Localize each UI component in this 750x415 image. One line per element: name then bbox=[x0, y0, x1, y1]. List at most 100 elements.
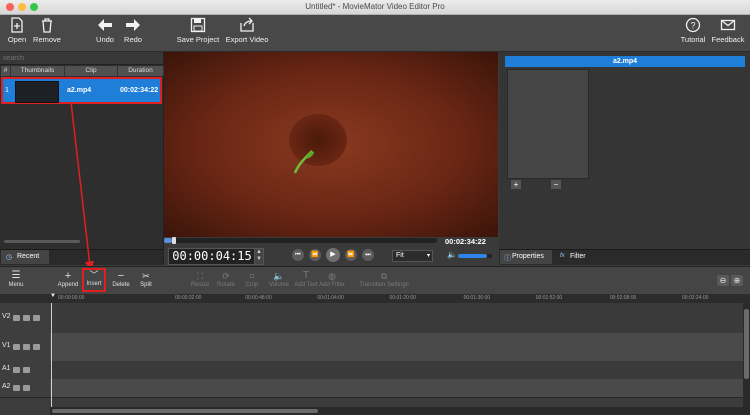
save-project-button[interactable]: Save Project bbox=[175, 17, 221, 44]
resize-icon: ⛶ bbox=[196, 271, 204, 281]
redo-button[interactable]: Redo bbox=[121, 17, 145, 44]
track-lane[interactable] bbox=[50, 303, 743, 334]
column-header-thumbnails[interactable]: Thumbnails bbox=[11, 66, 65, 76]
delete-button[interactable]: − Delete bbox=[110, 270, 132, 288]
volume-slider[interactable] bbox=[458, 254, 492, 258]
track-name: A1 bbox=[2, 365, 11, 372]
crop-button[interactable]: ⌗ Crop bbox=[242, 270, 262, 288]
zoom-select[interactable]: Fit ▾ bbox=[392, 250, 433, 262]
add-text-button[interactable]: T Add Text bbox=[292, 270, 320, 288]
timeline-playhead[interactable] bbox=[51, 303, 52, 407]
total-duration: 00:02:34:22 bbox=[445, 237, 486, 246]
tab-recent[interactable]: ◷ Recent bbox=[1, 250, 49, 264]
properties-panel: a2.mp4 + − ⓘ Properties fx Filter bbox=[499, 52, 750, 265]
volume-slider-fill bbox=[458, 254, 487, 258]
close-window-button[interactable] bbox=[6, 3, 14, 11]
filter-list[interactable] bbox=[507, 69, 589, 179]
playhead-knob[interactable] bbox=[172, 237, 177, 244]
playback-progress[interactable] bbox=[164, 237, 437, 244]
rewind-button[interactable]: ⏪ bbox=[309, 249, 321, 261]
lock-icon[interactable] bbox=[23, 385, 30, 391]
tab-properties-label: Properties bbox=[512, 253, 544, 260]
svg-text:?: ? bbox=[690, 21, 695, 31]
timecode-field[interactable]: 00:00:04:15 bbox=[168, 248, 256, 265]
resize-button[interactable]: ⛶ Resize bbox=[188, 270, 212, 288]
track-lane[interactable] bbox=[50, 333, 743, 362]
timeline-hscrollbar[interactable] bbox=[52, 409, 318, 413]
video-preview[interactable] bbox=[164, 52, 498, 237]
menu-button[interactable]: ☰ Menu bbox=[4, 270, 28, 288]
ruler-corner bbox=[0, 294, 50, 303]
add-filter-toolbar-button[interactable]: ◍ Add Filter bbox=[318, 270, 346, 288]
fast-forward-button[interactable]: ⏩ bbox=[345, 249, 357, 261]
ruler-tick-label: 00:00:32:00 bbox=[175, 295, 202, 301]
rotate-button[interactable]: ⟳ Rotate bbox=[214, 270, 238, 288]
volume-icon[interactable]: 🔈 bbox=[447, 250, 457, 259]
remove-button[interactable]: Remove bbox=[32, 17, 62, 44]
undo-button[interactable]: Undo bbox=[93, 17, 117, 44]
ruler-tick-label: 00:01:04:00 bbox=[317, 295, 344, 301]
timeline-vscroll-track bbox=[743, 303, 750, 407]
open-button[interactable]: Open bbox=[5, 17, 29, 44]
speaker-icon: 🔈 bbox=[273, 271, 285, 281]
track-header[interactable]: A1 bbox=[0, 361, 50, 380]
lock-icon[interactable] bbox=[23, 367, 30, 373]
speaker-icon[interactable] bbox=[13, 385, 20, 391]
ruler-tick-label: 00:02:08:00 bbox=[609, 295, 637, 301]
eye-icon[interactable] bbox=[23, 344, 30, 350]
tab-filter-label: Filter bbox=[570, 253, 586, 260]
track-lane[interactable] bbox=[50, 379, 743, 398]
column-header-duration[interactable]: Duration bbox=[118, 66, 164, 76]
export-video-button[interactable]: Export Video bbox=[224, 17, 270, 44]
track-header[interactable]: V1 bbox=[0, 333, 50, 362]
chevron-down-icon: ▾ bbox=[426, 253, 430, 259]
zoom-in-icon[interactable]: ⊕ bbox=[731, 275, 743, 286]
volume-button[interactable]: 🔈 Volume bbox=[266, 270, 292, 288]
transition-icon: ⧉ bbox=[380, 271, 388, 281]
window-title: Untitled* - MovieMator Video Editor Pro bbox=[305, 2, 445, 11]
timeline-toolbar: ☰ Menu + Append ﹀ Insert − Delete ✂ Spli… bbox=[0, 266, 750, 296]
chevron-down-icon: ﹀ bbox=[89, 270, 99, 280]
eye-icon[interactable] bbox=[23, 315, 30, 321]
speaker-icon[interactable] bbox=[13, 367, 20, 373]
track-header[interactable]: A2 bbox=[0, 379, 50, 398]
rotate-icon: ⟳ bbox=[222, 271, 230, 281]
mail-icon bbox=[720, 19, 736, 31]
column-header-index[interactable]: # bbox=[1, 66, 11, 76]
add-filter-button[interactable]: + bbox=[511, 180, 521, 189]
transition-settings-button[interactable]: ⧉ Transition Settings bbox=[356, 270, 412, 288]
column-header-clip[interactable]: Clip bbox=[65, 66, 118, 76]
split-button[interactable]: ✂ Split bbox=[136, 270, 156, 288]
clip-duration: 00:02:34:22 bbox=[120, 87, 159, 94]
lock-icon[interactable] bbox=[33, 315, 40, 321]
insert-button[interactable]: ﹀ Insert bbox=[82, 268, 106, 292]
zoom-window-button[interactable] bbox=[30, 3, 38, 11]
search-input[interactable] bbox=[0, 52, 164, 64]
playlist-search bbox=[0, 52, 164, 65]
remove-filter-button[interactable]: − bbox=[551, 180, 561, 189]
tab-filter[interactable]: fx Filter bbox=[554, 250, 594, 264]
row-index: 1 bbox=[5, 87, 9, 94]
filter-icon: ◍ bbox=[328, 271, 336, 281]
track-header[interactable]: V2 bbox=[0, 303, 50, 334]
minimize-window-button[interactable] bbox=[18, 3, 26, 11]
speaker-icon[interactable] bbox=[13, 344, 20, 350]
speaker-icon[interactable] bbox=[13, 315, 20, 321]
track-lane[interactable] bbox=[50, 361, 743, 380]
skip-previous-button[interactable]: ⏮ bbox=[292, 249, 304, 261]
lock-icon[interactable] bbox=[33, 344, 40, 350]
feedback-button[interactable]: Feedback bbox=[710, 17, 746, 44]
tab-properties[interactable]: ⓘ Properties bbox=[500, 250, 552, 264]
skip-next-button[interactable]: ⏭ bbox=[362, 249, 374, 261]
timeline-vscrollbar[interactable] bbox=[744, 309, 749, 379]
timecode-stepper[interactable]: ▲ ▼ bbox=[254, 248, 264, 265]
zoom-out-icon[interactable]: ⊖ bbox=[717, 275, 729, 286]
append-button[interactable]: + Append bbox=[55, 270, 81, 288]
crop-icon: ⌗ bbox=[249, 271, 255, 281]
tutorial-button[interactable]: ? Tutorial bbox=[679, 17, 707, 44]
list-menu-icon: ☰ bbox=[11, 270, 21, 281]
play-button[interactable]: ▶ bbox=[326, 248, 340, 262]
clip-name: a2.mp4 bbox=[67, 87, 92, 94]
minus-icon: − bbox=[117, 270, 125, 282]
scissors-icon: ✂ bbox=[142, 271, 150, 281]
